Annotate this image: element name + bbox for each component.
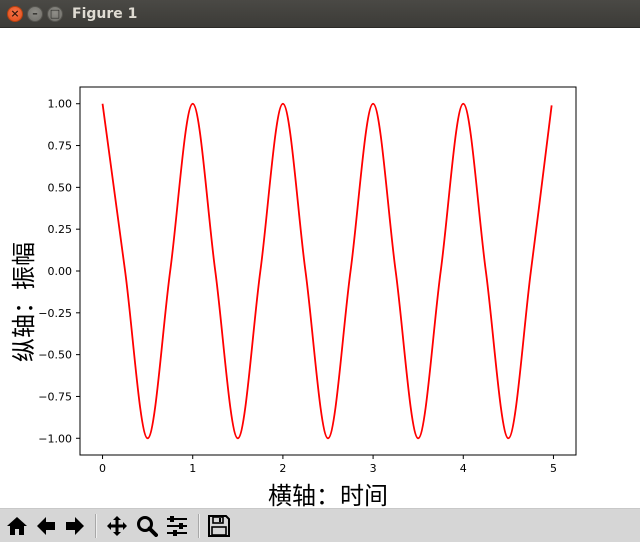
y-tick-label: −1.00 xyxy=(38,432,72,445)
y-axis-label: 纵轴：振幅 xyxy=(10,242,38,362)
window-titlebar: × – □ Figure 1 xyxy=(0,0,640,28)
forward-button[interactable] xyxy=(62,513,88,539)
y-tick-label: 0.50 xyxy=(48,181,73,194)
magnifier-icon xyxy=(137,516,158,537)
y-tick-label: 0.75 xyxy=(48,140,73,153)
x-axis-label: 横轴：时间 xyxy=(268,482,388,508)
sliders-icon xyxy=(167,516,187,536)
pan-button[interactable] xyxy=(104,513,130,539)
window-title: Figure 1 xyxy=(72,6,138,22)
y-tick-label: −0.75 xyxy=(38,390,72,403)
move-icon xyxy=(107,516,127,536)
x-tick-label: 4 xyxy=(460,462,467,475)
x-tick-label: 1 xyxy=(189,462,196,475)
plot-area xyxy=(79,86,577,456)
x-tick-label: 2 xyxy=(279,462,286,475)
y-tick-label: 0.00 xyxy=(48,265,73,278)
x-tick-label: 3 xyxy=(370,462,377,475)
y-tick-label: −0.25 xyxy=(38,307,72,320)
arrow-right-icon xyxy=(66,517,84,535)
toolbar-separator xyxy=(198,514,200,538)
y-tick-label: −0.50 xyxy=(38,349,72,362)
close-window-button[interactable]: × xyxy=(7,6,23,22)
minimize-window-button[interactable]: – xyxy=(27,6,43,22)
home-button[interactable] xyxy=(4,513,30,539)
navigation-toolbar xyxy=(0,508,640,542)
maximize-window-button[interactable]: □ xyxy=(47,6,63,22)
configure-subplots-button[interactable] xyxy=(164,513,190,539)
back-button[interactable] xyxy=(33,513,59,539)
y-axis-ticks: 1.00 0.75 0.50 0.25 0.00 −0.25 −0.50 −0.75 −1.00 xyxy=(38,98,80,445)
y-tick-label: 0.25 xyxy=(48,223,73,236)
save-button[interactable] xyxy=(206,513,232,539)
x-tick-label: 5 xyxy=(550,462,557,475)
floppy-disk-icon xyxy=(208,515,230,537)
toolbar-separator xyxy=(95,514,97,538)
line-chart: 1.00 0.75 0.50 0.25 0.00 −0.25 −0.50 −0.75 −1.00… xyxy=(10,86,577,510)
home-icon xyxy=(7,517,27,535)
x-axis-ticks: 0 1 2 3 4 5 xyxy=(99,455,557,475)
arrow-left-icon xyxy=(37,517,55,535)
x-tick-label: 0 xyxy=(99,462,106,475)
zoom-button[interactable] xyxy=(134,513,160,539)
y-tick-label: 1.00 xyxy=(48,98,73,111)
figure-canvas[interactable]: 1.00 0.75 0.50 0.25 0.00 −0.25 −0.50 −0.75 −1.00… xyxy=(0,28,640,510)
